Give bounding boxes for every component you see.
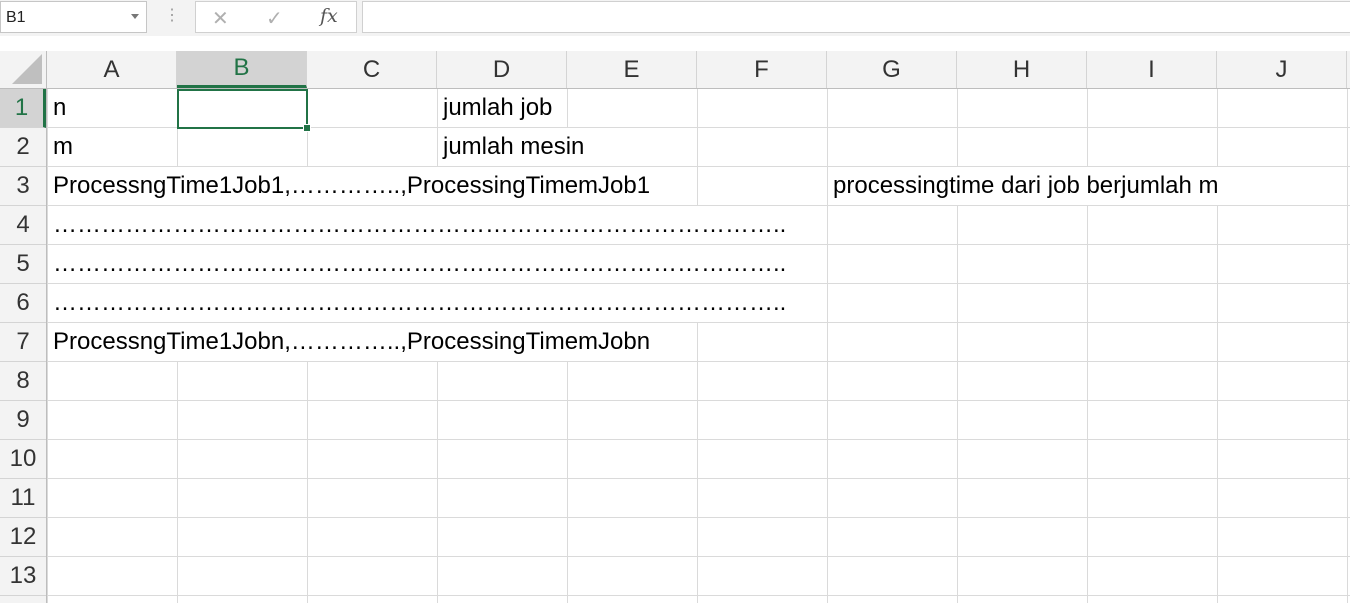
select-all-button[interactable] xyxy=(0,51,47,88)
formula-bar: B1 ⋮ ✕ ✓ fx xyxy=(0,0,1350,36)
row-header-1[interactable]: 1 xyxy=(0,89,46,128)
row-header-4[interactable]: 4 xyxy=(0,206,46,245)
cell-d1[interactable]: jumlah job xyxy=(438,89,558,127)
column-header-c[interactable]: C xyxy=(307,51,437,88)
cell-grid[interactable]: ProcessngTime1Jobn,…………..,ProcessingTime… xyxy=(47,89,1350,603)
select-all-triangle-icon xyxy=(12,54,42,84)
column-header-a[interactable]: A xyxy=(47,51,177,88)
row-header-8[interactable]: 8 xyxy=(0,362,46,401)
cell-g3[interactable]: processingtime dari job berjumlah m xyxy=(828,167,1224,205)
row-header-12[interactable]: 12 xyxy=(0,518,46,557)
row-headers: 1 2 3 4 5 6 7 8 9 10 11 12 13 xyxy=(0,89,47,603)
fill-handle[interactable] xyxy=(303,124,311,132)
cell-a2[interactable]: m xyxy=(48,128,78,166)
cell-a5[interactable]: ……………………………………………………………………………….. xyxy=(48,245,792,283)
row-header-2[interactable]: 2 xyxy=(0,128,46,167)
cell-a3[interactable]: ProcessngTime1Job1,…………..,ProcessingTime… xyxy=(48,167,656,205)
row-header-13[interactable]: 13 xyxy=(0,557,46,596)
row-header-11[interactable]: 11 xyxy=(0,479,46,518)
cell-a6[interactable]: ……………………………………………………………………………….. xyxy=(48,284,792,322)
row-header-6[interactable]: 6 xyxy=(0,284,46,323)
column-header-b[interactable]: B xyxy=(177,51,307,88)
cell-d2[interactable]: jumlah mesin xyxy=(438,128,590,166)
cancel-icon[interactable]: ✕ xyxy=(212,6,229,31)
active-cell-border[interactable] xyxy=(177,89,308,129)
enter-icon[interactable]: ✓ xyxy=(266,6,283,31)
column-header-e[interactable]: E xyxy=(567,51,697,88)
name-box[interactable]: B1 xyxy=(0,1,147,33)
insert-function-icon[interactable]: fx xyxy=(320,5,338,27)
column-header-f[interactable]: F xyxy=(697,51,827,88)
row-header-5[interactable]: 5 xyxy=(0,245,46,284)
row-header-7[interactable]: 7 xyxy=(0,323,46,362)
name-box-value: B1 xyxy=(6,9,26,26)
column-headers: ABCDEFGHIJ xyxy=(0,51,1350,89)
column-header-d[interactable]: D xyxy=(437,51,567,88)
drag-handle-icon[interactable]: ⋮ xyxy=(164,6,180,26)
formula-input[interactable] xyxy=(362,1,1350,33)
row-header-10[interactable]: 10 xyxy=(0,440,46,479)
formula-buttons: ✕ ✓ fx xyxy=(195,1,357,33)
cell-a1[interactable]: n xyxy=(48,89,72,127)
column-header-i[interactable]: I xyxy=(1087,51,1217,88)
column-header-j[interactable]: J xyxy=(1217,51,1347,88)
row-header-9[interactable]: 9 xyxy=(0,401,46,440)
cell-a4[interactable]: ……………………………………………………………………………….. xyxy=(48,206,792,244)
cell-a7[interactable]: ProcessngTime1Jobn,…………..,ProcessingTime… xyxy=(48,323,656,361)
row-header-3[interactable]: 3 xyxy=(0,167,46,206)
column-header-h[interactable]: H xyxy=(957,51,1087,88)
chevron-down-icon[interactable] xyxy=(131,14,139,19)
column-header-g[interactable]: G xyxy=(827,51,957,88)
